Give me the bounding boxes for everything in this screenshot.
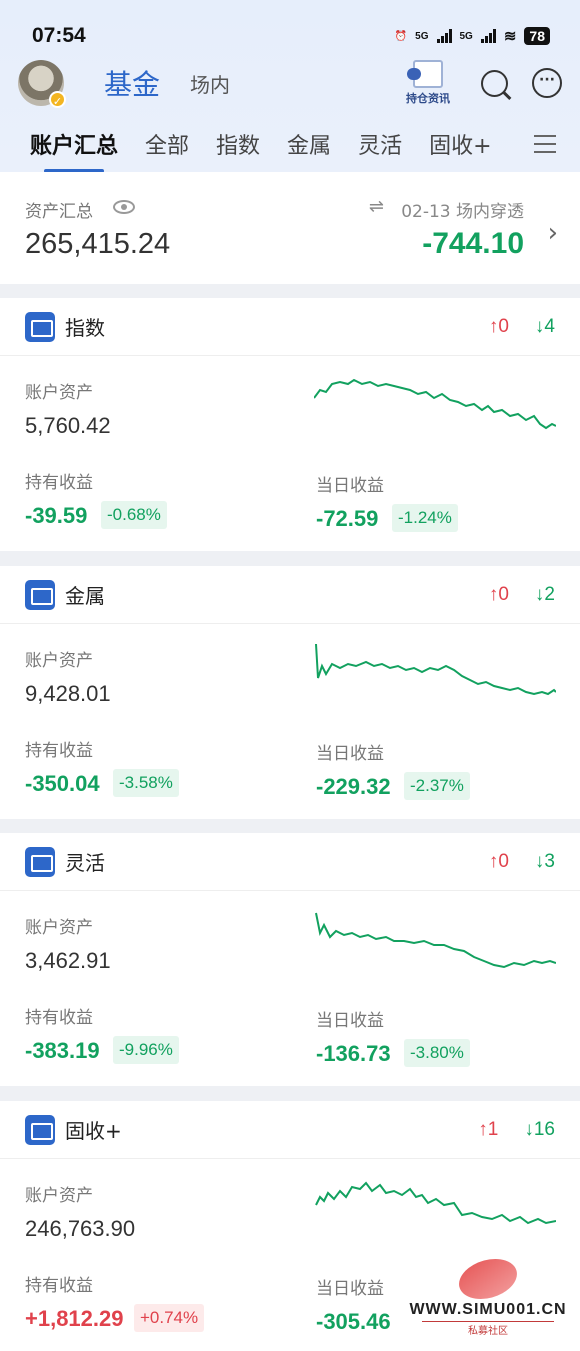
hold-news-button[interactable]: 持仓资讯: [399, 60, 457, 106]
top-header-area: 07:54 ⏰ 5G 5G ≋ 78 ✓ 基金 场内 持仓资讯 ··· 账户汇总…: [0, 0, 580, 173]
watermark-url: WWW.SIMU001.CN: [409, 1301, 567, 1318]
tab-metal[interactable]: 金属: [287, 128, 331, 160]
assets-value: 3,462.91: [25, 948, 111, 973]
summary-date: 02-13 场内穿透: [401, 202, 524, 222]
up-count: ↑0: [488, 315, 509, 337]
holding-pct-badge: -0.68%: [101, 501, 167, 529]
assets-value: 9,428.01: [25, 681, 111, 706]
chevron-right-icon[interactable]: ›: [548, 218, 558, 248]
holding-pct-badge: -3.58%: [113, 769, 179, 797]
watermark: WWW.SIMU001.CN 私募社区: [402, 1259, 574, 1343]
status-bar: 07:54 ⏰ 5G 5G ≋ 78: [32, 22, 550, 50]
assets-value: 5,760.42: [25, 413, 111, 438]
wifi-icon: ≋: [503, 28, 517, 45]
search-icon[interactable]: [481, 69, 508, 97]
daily-pnl-value: -136.73: [316, 1041, 391, 1066]
holding-pnl-label: 持有收益: [25, 1008, 93, 1028]
up-count: ↑1: [478, 1118, 499, 1140]
summary-label: 资产汇总: [25, 202, 93, 222]
tab-fixed-income[interactable]: 固收+: [429, 128, 491, 160]
daily-pnl-label: 当日收益: [316, 1011, 384, 1031]
alarm-icon: ⏰: [394, 30, 408, 42]
battery-icon: 78: [524, 27, 550, 45]
holding-pct-badge: +0.74%: [134, 1304, 205, 1332]
daily-pnl-label: 当日收益: [316, 1279, 384, 1299]
net2-label: 5G: [459, 30, 473, 42]
watermark-logo-icon: [452, 1259, 524, 1299]
card-header: 指数 ↑0 ↓4: [0, 298, 580, 356]
down-count: ↓4: [534, 315, 555, 337]
up-count: ↑0: [488, 583, 509, 605]
card-title: 固收+: [65, 1119, 122, 1143]
document-icon: [407, 60, 443, 88]
card-metal[interactable]: 金属 ↑0 ↓2 账户资产 9,428.01 持有收益 -350.04 -3.5…: [0, 566, 580, 819]
assets-label: 账户资产: [25, 1186, 93, 1206]
system-icons: ⏰ 5G 5G ≋ 78: [395, 27, 550, 45]
daily-pnl-label: 当日收益: [316, 744, 384, 764]
holding-pnl-value: -350.04: [25, 771, 100, 796]
asset-summary[interactable]: 资产汇总 265,415.24 ⇌ 02-13 场内穿透 -744.10 ›: [0, 172, 580, 284]
net1-label: 5G: [415, 30, 429, 42]
tab-all[interactable]: 全部: [145, 128, 189, 160]
holding-pnl-value: +1,812.29: [25, 1306, 124, 1331]
tab-exchange[interactable]: 场内: [190, 69, 230, 98]
signal-icon: [436, 29, 452, 43]
card-header: 灵活 ↑0 ↓3: [0, 833, 580, 891]
tab-flexible[interactable]: 灵活: [358, 128, 402, 160]
daily-pnl-label: 当日收益: [316, 476, 384, 496]
assets-label: 账户资产: [25, 383, 93, 403]
card-title: 指数: [65, 316, 105, 340]
sparkline-chart: [315, 912, 556, 969]
daily-pnl-value: -305.46: [316, 1309, 391, 1334]
hold-news-label: 持仓资讯: [406, 92, 450, 105]
card-title: 金属: [65, 584, 105, 608]
holding-pnl-label: 持有收益: [25, 1276, 93, 1296]
eye-icon[interactable]: [113, 200, 135, 214]
tab-summary[interactable]: 账户汇总: [30, 128, 118, 173]
holding-pnl-label: 持有收益: [25, 473, 93, 493]
verified-badge-icon: ✓: [49, 91, 66, 108]
folder-icon: [25, 1114, 55, 1145]
card-index[interactable]: 指数 ↑0 ↓4 账户资产 5,760.42 持有收益 -39.59 -0.68…: [0, 298, 580, 551]
tab-index[interactable]: 指数: [216, 128, 260, 160]
sparkline-chart: [314, 378, 556, 430]
holding-pnl-label: 持有收益: [25, 741, 93, 761]
message-icon[interactable]: ···: [532, 68, 562, 98]
signal-icon-2: [480, 29, 496, 43]
up-count: ↑0: [488, 850, 509, 872]
folder-icon: [25, 579, 55, 610]
daily-pnl-value: -229.32: [316, 774, 391, 799]
sparkline-chart: [315, 644, 556, 696]
folder-icon: [25, 846, 55, 877]
menu-icon[interactable]: [534, 135, 556, 153]
category-tabs: 账户汇总 全部 指数 金属 灵活 固收+: [30, 128, 556, 173]
card-title: 灵活: [65, 851, 105, 875]
holding-pnl-value: -383.19: [25, 1038, 100, 1063]
assets-label: 账户资产: [25, 651, 93, 671]
assets-value: 246,763.90: [25, 1216, 136, 1241]
summary-value: 265,415.24: [25, 228, 171, 260]
holding-pnl-value: -39.59: [25, 503, 88, 528]
daily-pct-badge: -1.24%: [392, 504, 458, 532]
folder-icon: [25, 311, 55, 342]
card-flexible[interactable]: 灵活 ↑0 ↓3 账户资产 3,462.91 持有收益 -383.19 -9.9…: [0, 833, 580, 1086]
daily-pct-badge: -3.80%: [404, 1039, 470, 1067]
card-header: 金属 ↑0 ↓2: [0, 566, 580, 624]
page-title[interactable]: 基金: [104, 63, 160, 103]
card-header: 固收+ ↑1 ↓16: [0, 1101, 580, 1159]
clock: 07:54: [32, 24, 86, 47]
daily-pct-badge: -2.37%: [404, 772, 470, 800]
app-header: ✓ 基金 场内 持仓资讯 ···: [18, 60, 562, 108]
down-count: ↓16: [524, 1118, 555, 1140]
swap-icon: ⇌: [368, 196, 384, 217]
down-count: ↓3: [534, 850, 555, 872]
summary-change: -744.10: [422, 227, 524, 260]
avatar[interactable]: ✓: [18, 60, 66, 108]
down-count: ↓2: [534, 583, 555, 605]
assets-label: 账户资产: [25, 918, 93, 938]
holding-pct-badge: -9.96%: [113, 1036, 179, 1064]
daily-pnl-value: -72.59: [316, 506, 379, 531]
sparkline-chart: [315, 1181, 556, 1225]
watermark-sub: 私募社区: [422, 1321, 554, 1337]
